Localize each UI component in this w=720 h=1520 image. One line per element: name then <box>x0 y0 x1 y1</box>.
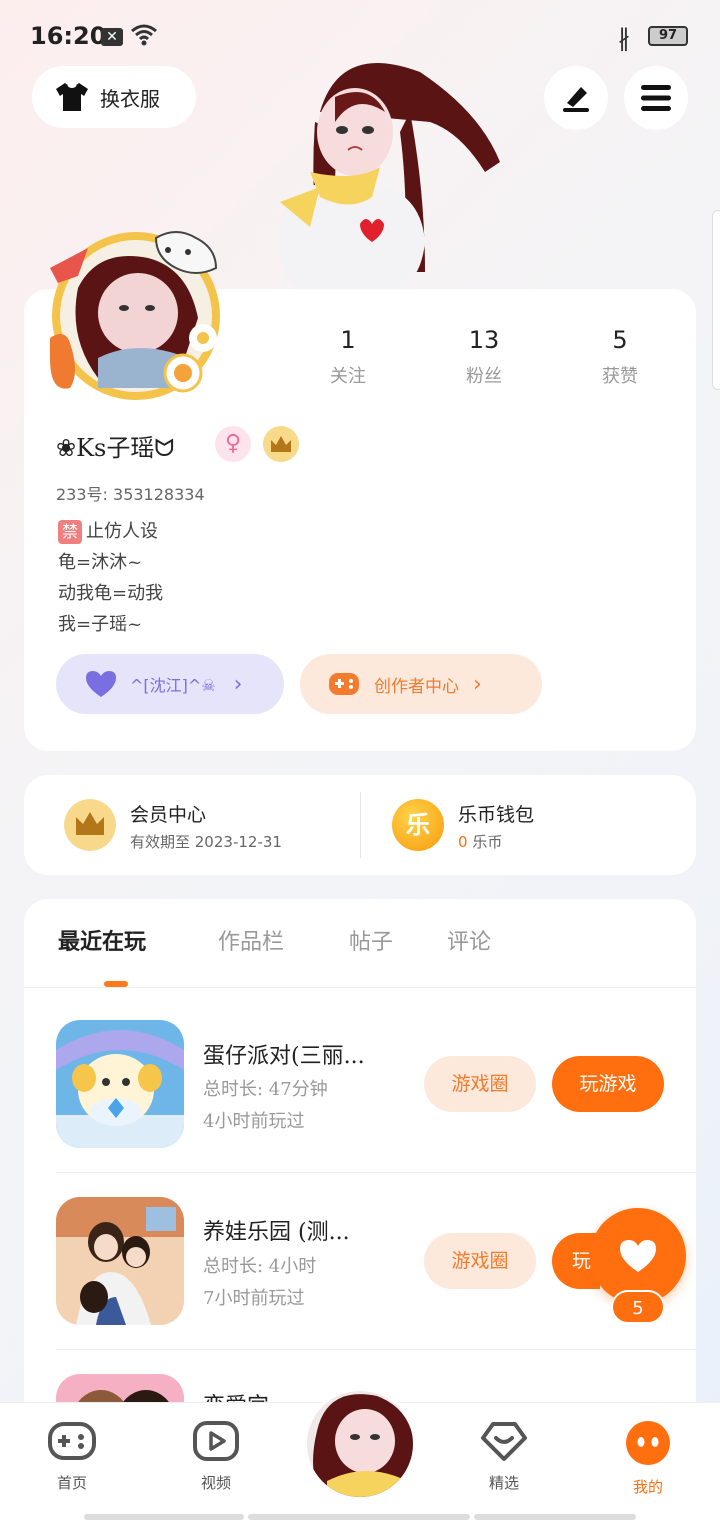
stat-fans-label: 粉丝 <box>466 366 502 387</box>
nav-home[interactable]: 首页 <box>22 1420 122 1493</box>
member-divider <box>360 792 361 858</box>
chevron-right-icon: › <box>473 671 482 697</box>
gamepad-icon <box>329 673 359 695</box>
wallet-unit: 乐币 <box>472 833 503 851</box>
row-divider <box>56 1172 696 1173</box>
heart-icon <box>86 671 116 697</box>
bio-line-4: 我=子瑶~ <box>58 614 143 635</box>
nickname: ❀Ks子瑶ᗢ <box>56 434 175 462</box>
creator-center-label: 创作者中心 <box>374 676 459 697</box>
bio-line-1: 止仿人设 <box>86 521 158 542</box>
stat-likes-label: 获赞 <box>602 366 638 387</box>
tab-comments[interactable]: 评论 <box>447 924 491 956</box>
game-circle-button[interactable]: 游戏圈 <box>424 1056 536 1112</box>
group-chip[interactable]: ^[沈江]^☠ › <box>56 654 284 714</box>
notification-icon: ✕ <box>101 28 123 46</box>
ban-badge: 禁 <box>58 520 82 544</box>
play-icon <box>193 1421 239 1461</box>
play-game-button[interactable]: 玩游戏 <box>552 1056 664 1112</box>
shirt-icon <box>56 83 88 111</box>
creator-center-chip[interactable]: 创作者中心 › <box>300 654 542 714</box>
user-id: 233号: 353128334 <box>56 485 205 504</box>
tab-posts[interactable]: 帖子 <box>349 924 393 956</box>
female-icon: ♀ <box>215 426 251 462</box>
game-circle-button[interactable]: 游戏圈 <box>424 1233 536 1289</box>
wallet-balance: 0 乐币 <box>458 831 502 852</box>
stat-following[interactable]: 1 关注 <box>298 326 398 388</box>
bio: 禁止仿人设 龟=沐沐~ 动我龟=动我 我=子瑶~ <box>58 516 163 640</box>
user-avatar[interactable] <box>48 228 224 404</box>
tab-recent[interactable]: 最近在玩 <box>58 924 146 956</box>
like-count: 5 <box>611 1290 665 1324</box>
bio-line-3: 动我龟=动我 <box>58 583 164 604</box>
bluetooth-icon: ∦ <box>618 24 630 52</box>
tab-divider <box>24 987 696 988</box>
game-last-played: 7小时前玩过 <box>203 1288 305 1309</box>
chevron-right-icon: › <box>233 671 243 697</box>
stat-likes[interactable]: 5 获赞 <box>570 326 670 388</box>
stat-following-label: 关注 <box>330 366 366 387</box>
stat-fans[interactable]: 13 粉丝 <box>434 326 534 388</box>
vip-center-title: 会员中心 <box>130 804 207 826</box>
gamepad-icon <box>48 1422 96 1460</box>
gesture-bar <box>84 1514 244 1520</box>
stat-following-value: 1 <box>340 326 356 354</box>
gesture-bar <box>474 1514 636 1520</box>
game-playtime: 总时长: 47分钟 <box>203 1079 328 1100</box>
tab-works[interactable]: 作品栏 <box>218 924 284 956</box>
heart-icon <box>620 1240 656 1272</box>
gesture-bar <box>248 1514 470 1520</box>
bio-line-2: 龟=沐沐~ <box>58 552 143 573</box>
stat-likes-value: 5 <box>612 326 628 354</box>
game-title[interactable]: 蛋仔派对(三丽... <box>203 1038 365 1070</box>
side-scroll-handle[interactable] <box>712 210 720 390</box>
nav-character-avatar[interactable] <box>304 1388 416 1500</box>
nav-home-label: 首页 <box>56 1474 87 1492</box>
stat-fans-value: 13 <box>468 326 500 354</box>
row-divider <box>56 1349 696 1350</box>
pen-icon <box>563 87 589 112</box>
status-time: 16:20 <box>30 22 107 50</box>
edit-button[interactable] <box>544 66 608 130</box>
menu-icon <box>641 85 671 111</box>
group-chip-label: ^[沈江]^☠ <box>130 676 216 695</box>
nav-video[interactable]: 视频 <box>166 1420 266 1493</box>
change-outfit-label: 换衣服 <box>100 86 160 111</box>
vip-crown-icon <box>64 799 116 851</box>
game-icon[interactable] <box>56 1197 184 1325</box>
me-face-icon <box>626 1421 670 1465</box>
nav-featured-label: 精选 <box>488 1474 519 1492</box>
nav-video-label: 视频 <box>200 1474 231 1492</box>
game-title[interactable]: 养娃乐园 (测... <box>203 1214 350 1246</box>
vip-expiry: 有效期至 2023-12-31 <box>130 833 282 851</box>
coin-icon: 乐 <box>392 799 444 851</box>
featured-heart-icon <box>481 1422 527 1461</box>
nav-me[interactable]: 我的 <box>598 1420 698 1497</box>
game-icon[interactable] <box>56 1020 184 1148</box>
change-outfit-button[interactable]: 换衣服 <box>32 66 196 128</box>
game-last-played: 4小时前玩过 <box>203 1111 305 1132</box>
wallet-title: 乐币钱包 <box>458 804 535 826</box>
wifi-icon <box>131 24 157 46</box>
battery-indicator: 97 <box>648 26 688 46</box>
crown-badge-icon[interactable] <box>263 426 299 462</box>
game-playtime: 总时长: 4小时 <box>203 1256 317 1277</box>
character-model[interactable] <box>260 52 500 292</box>
wallet-amount: 0 <box>458 833 468 851</box>
nav-me-label: 我的 <box>632 1478 663 1496</box>
menu-button[interactable] <box>624 66 688 130</box>
nav-featured[interactable]: 精选 <box>454 1420 554 1493</box>
